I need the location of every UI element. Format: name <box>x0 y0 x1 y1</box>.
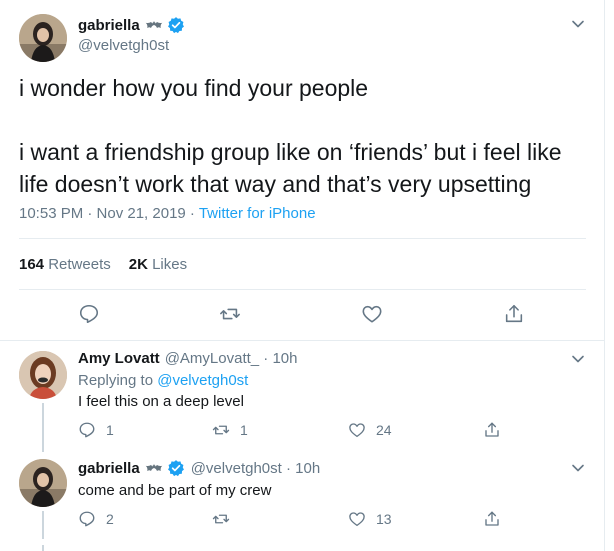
reply-text: I feel this on a deep level <box>78 393 244 410</box>
reply-tweet[interactable]: Amy Lovatt @AmyLovatt_ · 10h Replying to… <box>0 341 605 452</box>
reply-count: 1 <box>106 422 114 438</box>
verified-badge-icon <box>167 17 184 34</box>
author-row: gabriella <box>78 16 185 34</box>
share-icon <box>485 422 499 437</box>
thread-line <box>42 545 44 551</box>
like-icon <box>349 423 365 438</box>
share-action[interactable] <box>483 421 511 439</box>
author-row: gabriella @velvetgh0st · 10h <box>78 459 320 477</box>
reply-text: come and be part of my crew <box>78 482 272 499</box>
display-name[interactable]: gabriella <box>78 17 140 34</box>
chevron-down-icon[interactable] <box>571 352 585 366</box>
display-name[interactable]: gabriella <box>78 460 140 477</box>
author-row: Amy Lovatt @AmyLovatt_ · 10h <box>78 350 297 367</box>
avatar[interactable] <box>19 459 67 507</box>
reply-icon <box>79 511 95 527</box>
display-name[interactable]: Amy Lovatt <box>78 350 160 367</box>
handle[interactable]: @velvetgh0st <box>78 37 169 54</box>
divider <box>19 289 586 290</box>
avatar[interactable] <box>19 351 67 399</box>
like-action[interactable]: 13 <box>348 510 392 528</box>
tweet-timestamp[interactable]: 10:53 PM · Nov 21, 2019 · <box>19 205 199 222</box>
tweet-meta: 10:53 PM · Nov 21, 2019 · Twitter for iP… <box>19 205 316 222</box>
handle[interactable]: @velvetgh0st · 10h <box>191 460 320 477</box>
avatar[interactable] <box>19 14 67 62</box>
tweet-source[interactable]: Twitter for iPhone <box>199 205 316 222</box>
retweet-icon <box>212 425 230 435</box>
like-count: 13 <box>376 511 392 527</box>
handle[interactable]: @AmyLovatt_ · 10h <box>165 350 298 367</box>
reply-action[interactable]: 1 <box>78 421 114 439</box>
replying-to-handle[interactable]: @velvetgh0st <box>157 372 248 389</box>
replying-to: Replying to @velvetgh0st <box>78 372 249 389</box>
like-icon[interactable] <box>361 303 383 325</box>
verified-badge-icon <box>167 460 184 477</box>
share-action[interactable] <box>483 510 511 528</box>
retweet-action[interactable]: 1 <box>212 421 248 439</box>
like-count: 24 <box>376 422 392 438</box>
reply-icon <box>79 422 95 438</box>
share-icon[interactable] <box>503 303 525 325</box>
thread-line <box>42 511 44 539</box>
divider <box>19 238 586 239</box>
retweet-icon <box>212 514 230 524</box>
likes-stat[interactable]: 2K Likes <box>129 256 187 273</box>
chevron-down-icon[interactable] <box>571 461 585 475</box>
tweet-text: i wonder how you find your people i want… <box>19 75 562 197</box>
retweet-count: 1 <box>240 422 248 438</box>
reply-tweet[interactable]: gabriella @velvetgh0st · 10h come and be… <box>0 452 605 551</box>
tweet-thread: gabriella @velvetgh0st i wonder how you … <box>0 0 605 551</box>
share-icon <box>485 511 499 526</box>
chevron-down-icon[interactable] <box>571 17 585 31</box>
tweet-stats: 164 Retweets 2K Likes <box>19 256 187 273</box>
thread-line <box>42 403 44 452</box>
reply-count: 2 <box>106 511 114 527</box>
bat-emoji-icon <box>145 464 162 471</box>
main-tweet: gabriella @velvetgh0st i wonder how you … <box>0 0 605 341</box>
like-icon <box>349 512 365 527</box>
reply-icon[interactable] <box>78 303 100 325</box>
retweet-action[interactable] <box>212 510 240 528</box>
retweets-stat[interactable]: 164 Retweets <box>19 256 111 273</box>
retweet-icon[interactable] <box>219 303 241 325</box>
bat-emoji-icon <box>145 21 162 28</box>
reply-action[interactable]: 2 <box>78 510 114 528</box>
like-action[interactable]: 24 <box>348 421 392 439</box>
